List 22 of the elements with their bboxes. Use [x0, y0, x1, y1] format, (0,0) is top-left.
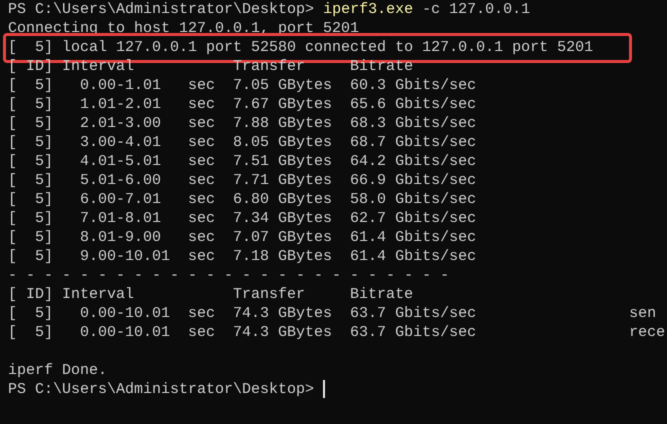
- output-line: - - - - - - - - - - - - - - - - - - - - - - - - -: [8, 267, 450, 284]
- output-line: [ ID] Interval Transfer Bitrate: [8, 286, 414, 303]
- output-line: [ 5] 4.01-5.01 sec 7.51 GBytes 64.2 Gbits/sec: [8, 153, 476, 170]
- output-line: Connecting to host 127.0.0.1, port 5201: [8, 20, 360, 37]
- output-line: [ 5] 2.01-3.00 sec 7.88 GBytes 68.3 Gbits/sec: [8, 115, 476, 132]
- output-line: [ 5] local 127.0.0.1 port 52580 connected to 127.0.0.1 port 5201: [8, 39, 594, 56]
- prompt-text: PS C:\Users\Administrator\Desktop>: [8, 381, 314, 398]
- command-arguments: -c 127.0.0.1: [422, 1, 530, 18]
- output-line: [ 5] 8.01-9.00 sec 7.07 GBytes 61.4 Gbits/sec: [8, 229, 476, 246]
- command-text: iperf3.exe: [323, 1, 414, 18]
- prompt-text: PS C:\Users\Administrator\Desktop>: [8, 1, 314, 18]
- output-line: [ 5] 0.00-10.01 sec 74.3 GBytes 63.7 Gbits/sec rece: [8, 324, 666, 341]
- output-line: [ 5] 9.00-10.01 sec 7.18 GBytes 61.4 Gbits/sec: [8, 248, 476, 265]
- output-line: [ 5] 6.00-7.01 sec 6.80 GBytes 58.0 Gbits/sec: [8, 191, 476, 208]
- output-line: [ 5] 0.00-1.01 sec 7.05 GBytes 60.3 Gbits/sec: [8, 77, 476, 94]
- output-line: iperf Done.: [8, 362, 108, 379]
- output-line: [ 5] 0.00-10.01 sec 74.3 GBytes 63.7 Gbits/sec sen: [8, 305, 656, 322]
- output-line: [ ID] Interval Transfer Bitrate: [8, 58, 414, 75]
- output-line: [ 5] 3.00-4.01 sec 8.05 GBytes 68.7 Gbits/sec: [8, 134, 476, 151]
- output-line: [ 5] 7.01-8.01 sec 7.34 GBytes 62.7 Gbits/sec: [8, 210, 476, 227]
- output-line: [ 5] 1.01-2.01 sec 7.67 GBytes 65.6 Gbits/sec: [8, 96, 476, 113]
- output-line: [ 5] 5.01-6.00 sec 7.71 GBytes 66.9 Gbits/sec: [8, 172, 476, 189]
